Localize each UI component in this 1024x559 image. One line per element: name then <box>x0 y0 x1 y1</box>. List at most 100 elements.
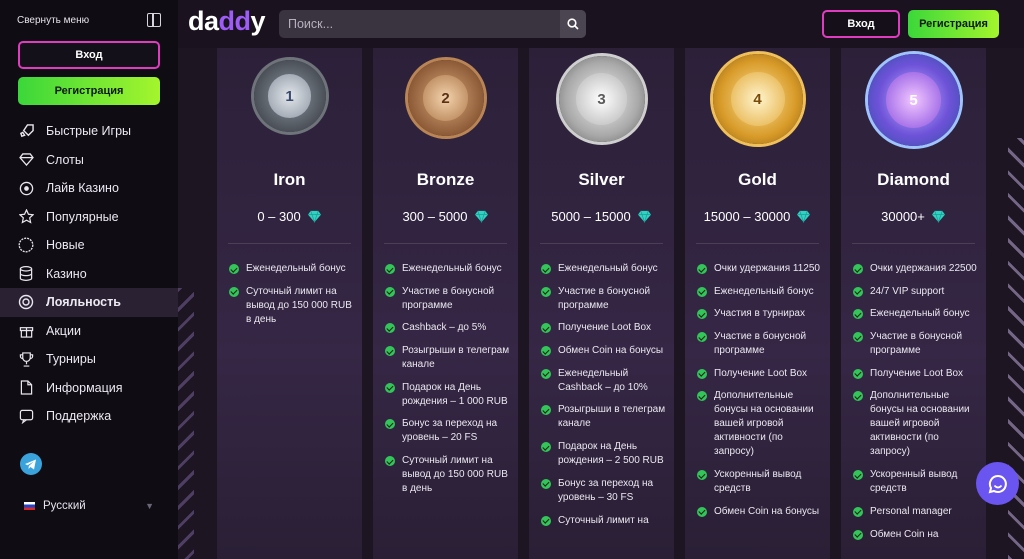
check-icon <box>853 391 863 402</box>
sidebar-item-label: Информация <box>46 380 123 395</box>
feature-item: Еженедельный бонус <box>853 307 978 321</box>
decorative-pattern <box>178 288 194 559</box>
sidebar-item-support[interactable]: Поддержка <box>0 402 178 431</box>
feature-item: Розыгрыши в телеграм канале <box>385 344 510 372</box>
gem-icon <box>797 210 811 223</box>
feature-item: Еженедельный бонус <box>697 285 822 299</box>
feature-item: Получение Loot Box <box>541 321 666 335</box>
check-icon <box>541 368 551 379</box>
bronze-badge-icon: 2 <box>407 60 484 136</box>
language-label: Русский <box>43 500 86 512</box>
tier-range: 30000+ <box>841 209 986 224</box>
gem-icon <box>474 210 488 223</box>
feature-item: Участие в бонусной программе <box>697 330 822 358</box>
feature-text: Бонус за переход на уровень – 20 FS <box>402 418 498 444</box>
header-register-button[interactable]: Регистрация <box>908 10 999 38</box>
check-icon <box>853 470 863 481</box>
check-icon <box>541 478 551 489</box>
daddy-logo[interactable]: daddy <box>188 6 266 37</box>
tier-card-bronze: 2 Bronze 300 – 5000 Еженедельный бонус У… <box>373 48 518 559</box>
tier-name: Bronze <box>416 170 475 189</box>
feature-item: 24/7 VIP support <box>853 285 978 299</box>
search-input[interactable] <box>279 10 549 38</box>
sidebar-login-button[interactable]: Вход <box>18 41 160 69</box>
feature-item: Cashback – до 5% <box>385 321 510 335</box>
logo-text-accent: dd <box>218 6 252 36</box>
tier-range: 300 – 5000 <box>373 209 518 224</box>
check-icon <box>385 456 395 467</box>
sidebar-item-label: Лайв Казино <box>46 181 119 196</box>
sidebar-item-fast-games[interactable]: Быстрые Игры <box>0 117 178 146</box>
star-icon <box>18 209 34 225</box>
tier-range-value: 15000 – 30000 <box>703 209 791 224</box>
collapse-menu[interactable]: Свернуть меню <box>0 0 178 40</box>
check-icon <box>541 405 551 416</box>
feature-text: Участия в турнирах <box>714 308 805 320</box>
sidebar-register-button[interactable]: Регистрация <box>18 77 160 105</box>
chevron-down-icon: ▼ <box>145 501 154 511</box>
tier-card-iron: 1 Iron 0 – 300 Еженедельный бонус Суточн… <box>217 48 362 559</box>
chat-icon <box>988 474 1007 493</box>
feature-text: Бонус за переход на уровень – 30 FS <box>558 477 654 503</box>
sidebar-collapse-icon[interactable] <box>147 13 161 27</box>
gem-icon <box>637 210 651 223</box>
tier-features: Еженедельный бонус Суточный лимит на выв… <box>229 262 354 335</box>
feature-item: Еженедельный Cashback – до 10% <box>541 367 666 395</box>
check-icon <box>697 264 707 274</box>
feature-text: Суточный лимит на вывод до 150 000 RUB в… <box>246 285 352 325</box>
feature-text: Personal manager <box>870 505 952 517</box>
feature-text: Еженедельный бонус <box>558 263 658 274</box>
feature-item: Бонус за переход на уровень – 30 FS <box>541 477 666 505</box>
diamond-icon <box>18 152 34 168</box>
sidebar-item-slots[interactable]: Слоты <box>0 146 178 175</box>
check-icon <box>697 470 707 481</box>
support-icon <box>18 408 34 424</box>
sidebar-item-label: Акции <box>46 323 81 338</box>
feature-item: Обмен Coin на бонусы <box>541 344 666 358</box>
logo-text-suffix: y <box>250 6 266 36</box>
feature-text: Подарок на День рождения – 2 500 RUB <box>558 441 664 467</box>
tier-range-value: 0 – 300 <box>257 209 301 224</box>
feature-text: Обмен Coin на бонусы <box>558 345 664 357</box>
divider <box>696 243 819 244</box>
feature-item: Ускоренный вывод средств <box>697 468 822 496</box>
divider <box>852 243 975 244</box>
feature-text: Получение Loot Box <box>558 322 652 334</box>
sidebar-item-casino[interactable]: Казино <box>0 260 178 289</box>
sidebar-item-promotions[interactable]: Акции <box>0 317 178 346</box>
medal-icon <box>18 294 34 310</box>
header-login-button[interactable]: Вход <box>822 10 900 38</box>
feature-item: Еженедельный бонус <box>385 262 510 276</box>
sidebar-item-popular[interactable]: Популярные <box>0 203 178 232</box>
tier-level: 5 <box>885 72 942 128</box>
sidebar-item-tournaments[interactable]: Турниры <box>0 345 178 374</box>
rocket-icon <box>18 123 34 139</box>
sidebar-item-live-casino[interactable]: Лайв Казино <box>0 174 178 203</box>
feature-text: Розыгрыши в телеграм канале <box>558 404 666 430</box>
collapse-menu-label: Свернуть меню <box>17 14 90 26</box>
tier-range: 15000 – 30000 <box>685 209 830 224</box>
feature-item: Дополнительные бонусы на основании вашей… <box>853 389 978 459</box>
feature-text: Дополнительные бонусы на основании вашей… <box>870 390 970 458</box>
feature-item: Обмен Coin на <box>853 528 978 542</box>
feature-text: Еженедельный Cashback – до 10% <box>558 367 648 393</box>
loyalty-tiers: 1 Iron 0 – 300 Еженедельный бонус Суточн… <box>178 48 1024 559</box>
chat-support-button[interactable] <box>976 462 1019 505</box>
telegram-icon[interactable] <box>20 453 42 475</box>
feature-text: Еженедельный бонус <box>402 263 502 274</box>
sidebar-item-loyalty[interactable]: Лояльность <box>0 288 178 317</box>
tier-features: Очки удержания 22500 24/7 VIP support Еж… <box>853 262 978 550</box>
feature-text: Ускоренный вывод средств <box>714 469 802 495</box>
search-icon[interactable] <box>560 10 586 38</box>
silver-badge-icon: 3 <box>558 56 645 142</box>
feature-text: Участие в бонусной программе <box>714 331 807 357</box>
sidebar-item-information[interactable]: Информация <box>0 374 178 403</box>
divider <box>384 243 507 244</box>
sidebar-item-label: Лояльность <box>46 295 121 310</box>
sidebar-item-new[interactable]: Новые <box>0 231 178 260</box>
feature-item: Суточный лимит на вывод до 150 000 RUB в… <box>385 454 510 496</box>
feature-item: Суточный лимит на <box>541 514 666 528</box>
tier-range-value: 300 – 5000 <box>402 209 468 224</box>
language-selector[interactable]: Русский ▼ <box>24 500 154 512</box>
feature-text: Очки удержания 22500 <box>870 263 977 274</box>
